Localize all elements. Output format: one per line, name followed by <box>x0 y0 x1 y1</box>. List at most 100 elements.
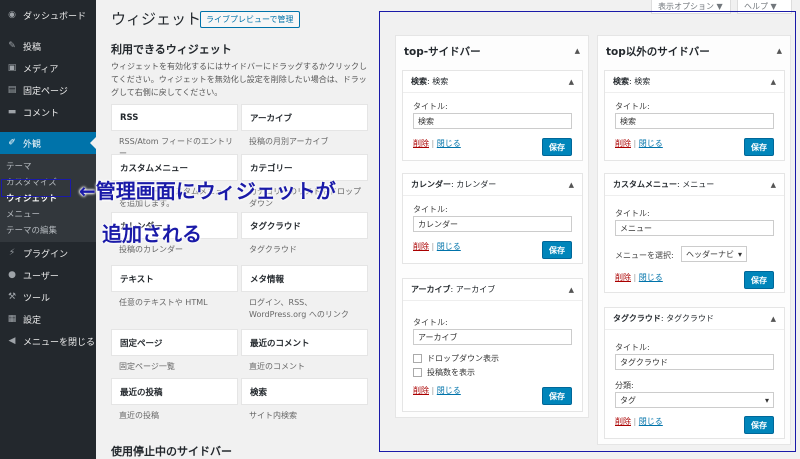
title-label: タイトル: <box>413 102 448 111</box>
save-button[interactable]: 保存 <box>744 416 774 434</box>
sidebar-other: top以外のサイドバー ▲ 検索: 検索 ▲ タイトル: 検索 削除 | 閉じる … <box>597 35 791 445</box>
close-link[interactable]: 閉じる <box>437 139 461 148</box>
available-widget[interactable]: RSS <box>111 104 238 131</box>
delete-link[interactable]: 削除 <box>413 242 429 251</box>
settings-icon: ▦ <box>7 314 17 324</box>
inactive-sidebar-title: 使用停止中のサイドバー <box>111 445 232 458</box>
available-widget-desc: 固定ページ一覧 <box>119 362 175 371</box>
widget-header[interactable]: 検索: 検索 ▲ <box>605 71 784 93</box>
title-input[interactable]: メニュー <box>615 220 774 236</box>
menu-media[interactable]: ▣ メディア <box>0 57 96 79</box>
close-link[interactable]: 閉じる <box>437 386 461 395</box>
sidebar-top: top-サイドバー ▲ 検索: 検索 ▲ タイトル: 検索 削除 | 閉じる 保存… <box>395 35 589 418</box>
menu-settings[interactable]: ▦ 設定 <box>0 308 96 330</box>
delete-link[interactable]: 削除 <box>615 139 631 148</box>
available-widget[interactable]: 固定ページ <box>111 329 238 356</box>
menu-users[interactable]: ● ユーザー <box>0 264 96 286</box>
available-widget[interactable]: タグクラウド <box>241 212 368 239</box>
collapse-arrow-icon[interactable]: ▲ <box>569 181 574 189</box>
checkbox[interactable] <box>413 354 422 363</box>
menu-comments[interactable]: ▬ コメント <box>0 101 96 123</box>
collapse-arrow-icon[interactable]: ▲ <box>575 47 580 55</box>
available-widget[interactable]: テキスト <box>111 265 238 292</box>
delete-link[interactable]: 削除 <box>615 417 631 426</box>
title-input[interactable]: アーカイブ <box>413 329 572 345</box>
title-label: タイトル: <box>615 209 650 218</box>
live-preview-button[interactable]: ライブプレビューで管理 <box>200 11 300 28</box>
submenu-editor[interactable]: テーマの編集 <box>0 222 96 238</box>
dashboard-icon: ◉ <box>8 10 16 20</box>
delete-link[interactable]: 削除 <box>413 139 429 148</box>
widget-links: 削除 | 閉じる <box>615 139 663 148</box>
menu-select[interactable]: ヘッダーナビ ▾ <box>681 246 747 262</box>
menu-collapse[interactable]: ◀ メニューを閉じる <box>0 330 96 352</box>
widget-header[interactable]: タグクラウド: タグクラウド ▲ <box>605 308 784 330</box>
save-button[interactable]: 保存 <box>542 138 572 156</box>
available-widget[interactable]: 最近の投稿 <box>111 378 238 405</box>
available-widget-desc: ログイン、RSS、WordPress.org へのリンク <box>249 298 349 319</box>
close-link[interactable]: 閉じる <box>437 242 461 251</box>
annotation-box <box>1 179 71 197</box>
menu-posts[interactable]: ✎ 投稿 <box>0 35 96 57</box>
menu-select-label: メニューを選択: <box>615 251 674 260</box>
delete-link[interactable]: 削除 <box>615 273 631 282</box>
close-link[interactable]: 閉じる <box>639 273 663 282</box>
save-button[interactable]: 保存 <box>542 241 572 259</box>
close-link[interactable]: 閉じる <box>639 417 663 426</box>
count-checkbox-row[interactable]: 投稿数を表示 <box>413 367 475 378</box>
save-button[interactable]: 保存 <box>542 387 572 405</box>
collapse-arrow-icon[interactable]: ▲ <box>569 78 574 86</box>
widget-links: 削除 | 閉じる <box>413 242 461 251</box>
available-widget-desc: 任意のテキストや HTML <box>119 298 208 307</box>
media-icon: ▣ <box>7 63 17 73</box>
submenu-themes[interactable]: テーマ <box>0 158 96 174</box>
save-button[interactable]: 保存 <box>744 271 774 289</box>
checkbox[interactable] <box>413 368 422 377</box>
collapse-arrow-icon[interactable]: ▲ <box>777 47 782 55</box>
title-input[interactable]: カレンダー <box>413 216 572 232</box>
menu-plugins[interactable]: ⚡ プラグイン <box>0 242 96 264</box>
title-input[interactable]: 検索 <box>615 113 774 129</box>
taxonomy-select[interactable]: タグ ▾ <box>615 392 774 408</box>
widget-header[interactable]: カレンダー: カレンダー ▲ <box>403 174 582 196</box>
title-input[interactable]: タグクラウド <box>615 354 774 370</box>
widget-header[interactable]: アーカイブ: アーカイブ ▲ <box>403 279 582 301</box>
menu-dashboard[interactable]: ◉ ダッシュボード <box>0 4 96 26</box>
available-widget[interactable]: アーカイブ <box>241 104 368 131</box>
widget-header[interactable]: 検索: 検索 ▲ <box>403 71 582 93</box>
sidebar-other-header[interactable]: top以外のサイドバー ▲ <box>598 36 790 66</box>
widget-links: 削除 | 閉じる <box>615 417 663 426</box>
collapse-arrow-icon[interactable]: ▲ <box>771 315 776 323</box>
collapse-icon: ◀ <box>8 336 16 346</box>
sidebar-top-header[interactable]: top-サイドバー ▲ <box>396 36 588 66</box>
available-widget-desc: タグクラウド <box>249 245 297 254</box>
available-widget-desc: 投稿の月別アーカイブ <box>249 137 329 146</box>
collapse-arrow-icon[interactable]: ▲ <box>771 181 776 189</box>
available-widget[interactable]: 最近のコメント <box>241 329 368 356</box>
taxonomy-label: 分類: <box>615 381 634 390</box>
widget-card-calendar: カレンダー: カレンダー ▲ タイトル: カレンダー 削除 | 閉じる 保存 <box>402 173 583 264</box>
title-label: タイトル: <box>615 102 650 111</box>
comment-icon: ▬ <box>7 107 17 117</box>
admin-menu: ◉ ダッシュボード ✎ 投稿 ▣ メディア ▤ 固定ページ ▬ コメント ✐ 外観 テーマ … <box>0 0 96 459</box>
dropdown-checkbox-row[interactable]: ドロップダウン表示 <box>413 353 499 364</box>
delete-link[interactable]: 削除 <box>413 386 429 395</box>
close-link[interactable]: 閉じる <box>639 139 663 148</box>
save-button[interactable]: 保存 <box>744 138 774 156</box>
menu-appearance[interactable]: ✐ 外観 <box>0 132 96 154</box>
collapse-arrow-icon[interactable]: ▲ <box>771 78 776 86</box>
title-input[interactable]: 検索 <box>413 113 572 129</box>
annotation-text-1: ←管理画面にウィジェットが <box>79 179 336 203</box>
available-widget-desc: サイト内検索 <box>249 411 297 420</box>
submenu-menus[interactable]: メニュー <box>0 206 96 222</box>
menu-pages[interactable]: ▤ 固定ページ <box>0 79 96 101</box>
available-widget-desc: 直近のコメント <box>249 362 305 371</box>
available-widget[interactable]: 検索 <box>241 378 368 405</box>
widget-header[interactable]: カスタムメニュー: メニュー ▲ <box>605 174 784 196</box>
menu-tools[interactable]: ⚒ ツール <box>0 286 96 308</box>
widget-card-archives: アーカイブ: アーカイブ ▲ タイトル: アーカイブ ドロップダウン表示 投稿数を… <box>402 278 583 412</box>
chevron-down-icon: ▾ <box>737 249 742 259</box>
collapse-arrow-icon[interactable]: ▲ <box>569 286 574 294</box>
title-label: タイトル: <box>615 343 650 352</box>
available-widget[interactable]: メタ情報 <box>241 265 368 292</box>
